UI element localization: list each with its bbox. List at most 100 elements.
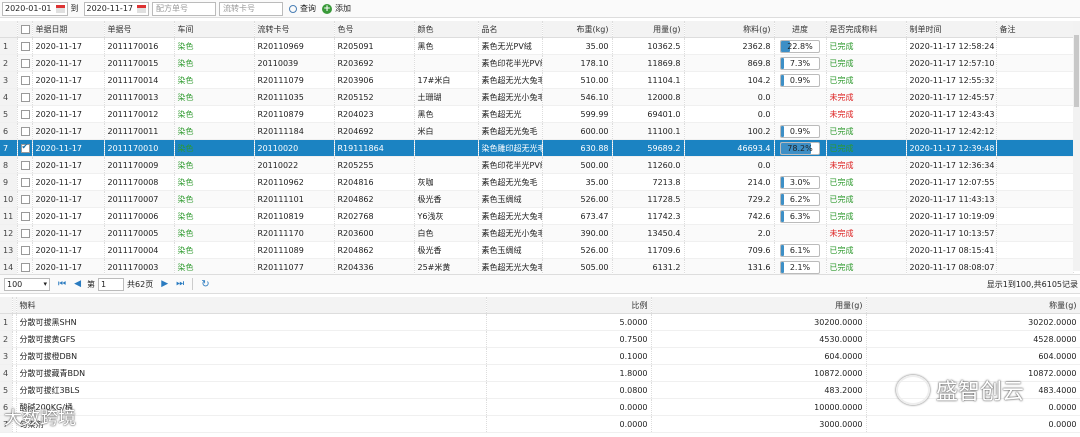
refresh-icon[interactable]: ↻: [201, 279, 209, 290]
page-number-input[interactable]: 1: [98, 277, 125, 291]
header-usage[interactable]: 用量(g): [612, 21, 685, 38]
table-row[interactable]: 13 2020-11-17 2011170004 染色 R20111089 R204862…: [0, 241, 1074, 259]
row-checkbox[interactable]: [20, 194, 30, 204]
row-select[interactable]: [17, 88, 33, 106]
page-size-select[interactable]: 100: [4, 277, 50, 291]
header-color-no[interactable]: 色号: [334, 21, 415, 38]
table-row[interactable]: 3 2020-11-17 2011170014 染色 R20111079 R203906 1…: [0, 71, 1074, 89]
cloth-weight: 546.10: [542, 88, 613, 106]
row-checkbox[interactable]: [20, 109, 30, 119]
row-checkbox[interactable]: [20, 92, 30, 102]
row-select[interactable]: [17, 105, 33, 123]
header-select[interactable]: [17, 21, 33, 38]
row-select[interactable]: [17, 122, 33, 140]
table-row[interactable]: 1 2020-11-17 2011170016 染色 R20110969 R205091 黑…: [0, 37, 1074, 55]
row-checkbox[interactable]: [20, 262, 30, 272]
recipe-no-input[interactable]: 配方单号: [152, 1, 216, 16]
table-row[interactable]: 9 2020-11-17 2011170008 染色 R20110962 R204816 灰…: [0, 173, 1074, 191]
row-select[interactable]: [17, 37, 33, 55]
table-row[interactable]: 11 2020-11-17 2011170006 染色 R20110819 R202768…: [0, 207, 1074, 225]
row-checkbox[interactable]: [20, 245, 30, 255]
detail-row[interactable]: 3 分散可拔橙DBN 0.1000 604.0000 604.0000: [0, 347, 1080, 365]
row-number: 9: [0, 173, 18, 191]
prev-page-icon[interactable]: ◀: [74, 279, 81, 289]
remark: [996, 207, 1074, 225]
calendar-icon[interactable]: [55, 4, 65, 13]
row-checkbox[interactable]: [20, 41, 30, 51]
add-button[interactable]: + 添加: [322, 3, 351, 14]
detail-header-row: 物料 比例 用量(g) 称量(g): [0, 297, 1080, 314]
table-row[interactable]: 12 2020-11-17 2011170005 染色 R20111170 R203600…: [0, 224, 1074, 242]
next-page-icon[interactable]: ▶: [161, 279, 168, 289]
header-created-time[interactable]: 制单时间: [906, 21, 997, 38]
last-page-icon[interactable]: ⏭: [176, 279, 184, 289]
row-select[interactable]: [17, 156, 33, 174]
row-select[interactable]: [17, 207, 33, 225]
date-from-input[interactable]: 2020-01-01: [2, 1, 68, 16]
card-no-input[interactable]: 流转卡号: [219, 1, 283, 16]
table-scrollbar[interactable]: [1073, 21, 1080, 271]
row-select[interactable]: [17, 54, 33, 72]
detail-header-ratio[interactable]: 比例: [486, 297, 652, 314]
header-remark[interactable]: 备注: [996, 21, 1074, 38]
scrollbar-thumb[interactable]: [1074, 35, 1079, 107]
row-checkbox[interactable]: [20, 160, 30, 170]
row-select[interactable]: [17, 241, 33, 259]
row-select[interactable]: [17, 71, 33, 89]
header-cloth-weight[interactable]: 布重(kg): [542, 21, 613, 38]
doc-date: 2020-11-17: [32, 241, 105, 259]
header-color[interactable]: 颜色: [414, 21, 479, 38]
row-checkbox[interactable]: [20, 75, 30, 85]
header-card-no[interactable]: 流转卡号: [254, 21, 335, 38]
row-select[interactable]: [17, 258, 33, 276]
date-to-input[interactable]: 2020-11-17: [83, 1, 149, 16]
row-number: 3: [0, 71, 18, 89]
detail-header-usage[interactable]: 用量(g): [651, 297, 867, 314]
header-progress[interactable]: 进度: [774, 21, 827, 38]
row-checkbox[interactable]: [20, 58, 30, 68]
first-page-icon[interactable]: ⏮: [58, 279, 66, 289]
row-checkbox[interactable]: [20, 126, 30, 136]
select-all-checkbox[interactable]: [20, 24, 30, 34]
header-product-name[interactable]: 品名: [478, 21, 543, 38]
row-number: 1: [0, 37, 18, 55]
workshop: 染色: [174, 139, 255, 157]
row-select[interactable]: [17, 190, 33, 208]
detail-row[interactable]: 1 分散可拔黑SHN 5.0000 30200.0000 30202.0000: [0, 313, 1080, 331]
header-weighed[interactable]: 称料(g): [684, 21, 775, 38]
cloth-weight: 599.99: [542, 105, 613, 123]
table-row[interactable]: 8 2020-11-17 2011170009 染色 20110022 R205255 素色…: [0, 156, 1074, 174]
detail-header-weigh[interactable]: 称量(g): [866, 297, 1080, 314]
header-doc-date[interactable]: 单据日期: [32, 21, 105, 38]
detail-row[interactable]: 7 匀染剂 0.0000 3000.0000 0.0000: [0, 415, 1080, 433]
calendar-icon[interactable]: [137, 4, 146, 13]
row-select[interactable]: [17, 224, 33, 242]
row-select[interactable]: [17, 173, 33, 191]
color-no: R204816: [334, 173, 415, 191]
done-status: 未完成: [826, 105, 907, 123]
header-done[interactable]: 是否完成称料: [826, 21, 907, 38]
table-row[interactable]: 14 2020-11-17 2011170003 染色 R20111077 R204336…: [0, 258, 1074, 276]
progress-text: 0.9%: [789, 126, 811, 136]
progress-cell: 22.8%: [774, 37, 827, 55]
header-workshop[interactable]: 车间: [174, 21, 255, 38]
color: Y6浅灰: [414, 207, 479, 225]
search-label: 查询: [300, 4, 316, 13]
table-row[interactable]: 5 2020-11-17 2011170012 染色 R20110879 R204023 黑…: [0, 105, 1074, 123]
material-usage: 10872.0000: [651, 364, 867, 382]
doc-no: 2011170003: [104, 258, 175, 276]
row-checkbox[interactable]: [20, 142, 30, 153]
table-row[interactable]: 10 2020-11-17 2011170007 染色 R20111101 R204862…: [0, 190, 1074, 208]
row-checkbox[interactable]: [20, 211, 30, 221]
table-row[interactable]: 6 2020-11-17 2011170011 染色 R20111184 R204692 米…: [0, 122, 1074, 140]
detail-header-material[interactable]: 物料: [16, 297, 487, 314]
table-row[interactable]: 7 2020-11-172011170010染色20110020R19111864…: [0, 139, 1074, 157]
table-row[interactable]: 2 2020-11-17 2011170015 染色 20110039 R203692 素色…: [0, 54, 1074, 72]
search-button[interactable]: 查询: [289, 3, 316, 14]
header-doc-no[interactable]: 单据号: [104, 21, 175, 38]
row-checkbox[interactable]: [20, 177, 30, 187]
row-checkbox[interactable]: [20, 228, 30, 238]
table-row[interactable]: 4 2020-11-17 2011170013 染色 R20111035 R205152 土…: [0, 88, 1074, 106]
row-select[interactable]: [17, 139, 33, 157]
detail-row[interactable]: 2 分散可拔黄GFS 0.7500 4530.0000 4528.0000: [0, 330, 1080, 348]
